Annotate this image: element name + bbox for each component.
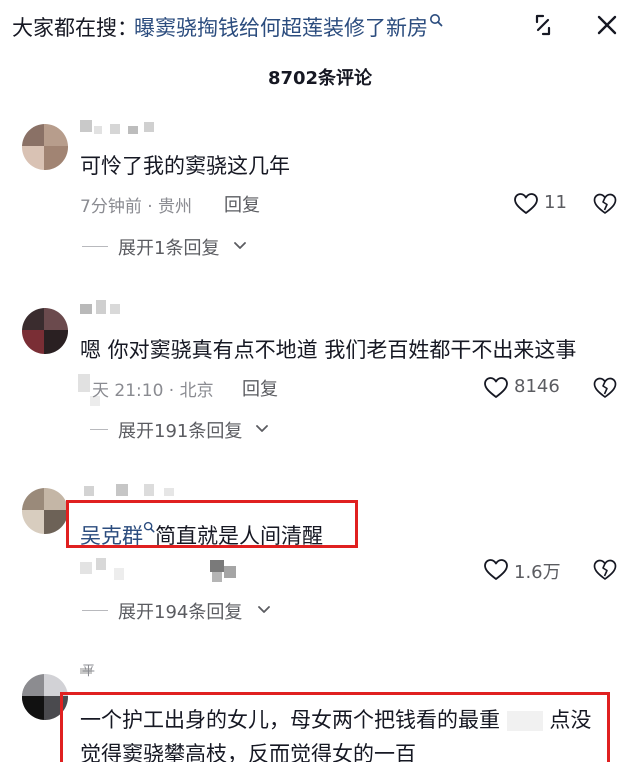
avatar[interactable] — [22, 124, 68, 170]
broken-heart-icon[interactable] — [592, 191, 618, 217]
highlight-box — [66, 500, 358, 548]
comment-item: 嗯 你对窦骁真有点不地道 我们老百姓都干不出来这事 天 21:10 · 北京 回… — [0, 290, 640, 450]
avatar[interactable] — [22, 308, 68, 354]
broken-heart-icon[interactable] — [592, 557, 618, 583]
comment-meta: 天 21:10 · 北京 — [92, 381, 214, 401]
comment-meta: 7分钟前 · 贵州 — [80, 197, 193, 217]
comment-text: 可怜了我的窦骁这几年 — [80, 154, 290, 178]
avatar[interactable] — [22, 488, 68, 534]
search-icon — [430, 14, 443, 27]
divider-line — [82, 246, 108, 247]
like-count: 1.6万 — [514, 562, 561, 583]
chevron-down-icon — [234, 242, 246, 249]
search-prefix: 大家都在搜： — [12, 16, 138, 40]
expand-icon[interactable] — [526, 8, 560, 42]
highlight-box — [60, 692, 610, 762]
expand-replies-label: 展开191条回复 — [118, 421, 243, 442]
reply-button[interactable]: 回复 — [224, 191, 260, 217]
search-query-link[interactable]: 曝窦骁掏钱给何超莲装修了新房 — [134, 12, 443, 42]
comment-author[interactable]: 平 — [82, 660, 95, 679]
chevron-down-icon — [256, 425, 268, 432]
heart-icon — [484, 377, 508, 398]
close-icon[interactable] — [590, 8, 624, 42]
divider-line — [90, 429, 108, 430]
heart-icon — [484, 559, 508, 580]
like-count: 11 — [544, 192, 567, 213]
like-count: 8146 — [514, 376, 560, 397]
search-bar[interactable]: 大家都在搜： 曝窦骁掏钱给何超莲装修了新房 — [0, 0, 640, 52]
comment-item: 可怜了我的窦骁这几年 7分钟前 · 贵州 回复 11 展开1条回复 — [0, 112, 640, 272]
divider-line — [82, 610, 108, 611]
expand-replies-label: 展开194条回复 — [118, 602, 243, 623]
heart-icon — [514, 193, 538, 214]
chevron-down-icon — [258, 606, 270, 613]
comment-text: 嗯 你对窦骁真有点不地道 我们老百姓都干不出来这事 — [80, 338, 577, 362]
reply-button[interactable]: 回复 — [242, 375, 278, 401]
broken-heart-icon[interactable] — [592, 375, 618, 401]
comment-count-title: 8702条评论 — [267, 68, 373, 89]
expand-replies-label: 展开1条回复 — [118, 238, 220, 259]
search-query-text: 曝窦骁掏钱给何超莲装修了新房 — [134, 16, 428, 40]
